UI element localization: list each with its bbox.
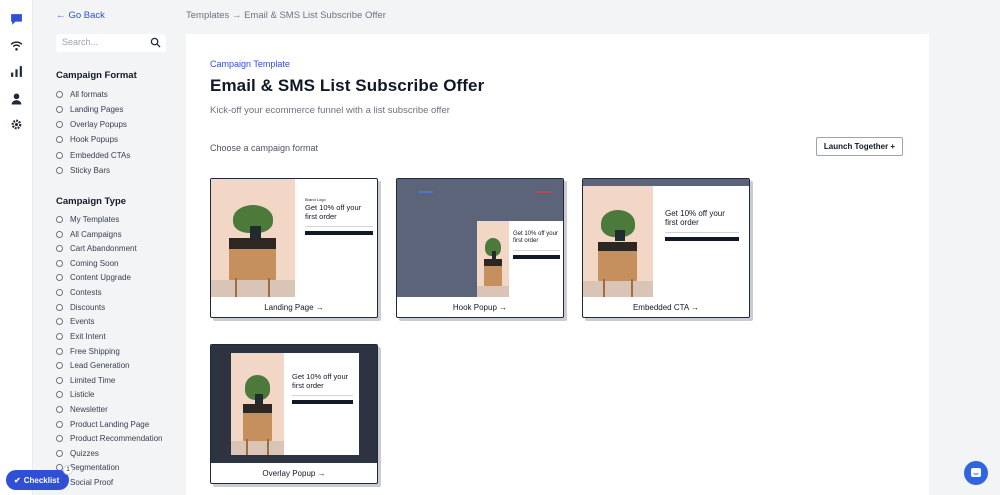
arrow-left-icon: ← bbox=[56, 10, 66, 21]
embedded-cta-preview: Get 10% off your first order bbox=[583, 179, 749, 297]
type-option[interactable]: Free Shipping bbox=[56, 345, 120, 357]
preview-copy: Brand Logo Get 10% off your first order bbox=[305, 197, 373, 236]
format-option[interactable]: Landing Pages bbox=[56, 103, 123, 115]
product-photo bbox=[477, 221, 509, 297]
launch-together-button[interactable]: Launch Together + bbox=[816, 137, 903, 156]
user-icon[interactable] bbox=[10, 92, 23, 105]
preview-copy: Get 10% off your first order bbox=[509, 221, 563, 297]
type-option[interactable]: Product Landing Page bbox=[56, 418, 149, 430]
search-box bbox=[56, 34, 166, 52]
radio-button[interactable] bbox=[56, 90, 63, 98]
radio-button[interactable] bbox=[56, 259, 63, 267]
breadcrumb: Templates → Email & SMS List Subscribe O… bbox=[186, 10, 386, 21]
type-option[interactable]: My Templates bbox=[56, 213, 119, 225]
card-caption: Overlay Popup → bbox=[262, 468, 326, 478]
type-option[interactable]: Lead Generation bbox=[56, 359, 130, 371]
format-option[interactable]: Sticky Bars bbox=[56, 164, 110, 176]
type-option[interactable]: Coming Soon bbox=[56, 257, 118, 269]
template-panel: Campaign Template Email & SMS List Subsc… bbox=[186, 34, 929, 495]
radio-button[interactable] bbox=[56, 215, 63, 223]
format-option[interactable]: Embedded CTAs bbox=[56, 149, 130, 161]
go-back-link[interactable]: ← Go Back bbox=[56, 10, 105, 21]
chat-bubble-icon bbox=[971, 468, 981, 477]
radio-button[interactable] bbox=[56, 105, 63, 113]
type-option[interactable]: All Campaigns bbox=[56, 228, 122, 240]
type-option[interactable]: Events bbox=[56, 315, 94, 327]
page-title: Email & SMS List Subscribe Offer bbox=[210, 76, 485, 95]
type-option[interactable]: Quizzes bbox=[56, 447, 99, 459]
gear-icon[interactable] bbox=[10, 118, 23, 131]
product-photo bbox=[211, 179, 295, 297]
product-photo bbox=[583, 186, 653, 297]
product-photo bbox=[231, 353, 284, 455]
type-option[interactable]: Contests bbox=[56, 286, 102, 298]
radio-button[interactable] bbox=[56, 303, 63, 311]
search-input[interactable] bbox=[62, 37, 142, 47]
type-option[interactable]: Newsletter bbox=[56, 403, 108, 415]
type-option[interactable]: Listicle bbox=[56, 388, 94, 400]
radio-button[interactable] bbox=[56, 120, 63, 128]
checklist-label: Checklist bbox=[23, 475, 60, 485]
checklist-count-badge: 1 bbox=[63, 465, 73, 475]
check-icon: ✔ bbox=[14, 475, 21, 485]
preview-headline: Get 10% off your first order bbox=[292, 372, 349, 390]
format-card-landing-page[interactable]: Brand Logo Get 10% off your first order … bbox=[210, 178, 378, 318]
radio-button[interactable] bbox=[56, 166, 63, 174]
type-option[interactable]: Discounts bbox=[56, 301, 105, 313]
radio-button[interactable] bbox=[56, 405, 63, 413]
card-caption: Landing Page → bbox=[264, 302, 324, 312]
format-card-hook-popup[interactable]: Get 10% off your first order Hook Popup … bbox=[396, 178, 564, 318]
radio-button[interactable] bbox=[56, 449, 63, 457]
card-caption: Embedded CTA → bbox=[632, 302, 700, 312]
format-card-overlay-popup[interactable]: Get 10% off your first order Overlay Pop… bbox=[210, 344, 378, 484]
format-option[interactable]: Overlay Popups bbox=[56, 118, 127, 130]
radio-button[interactable] bbox=[56, 135, 63, 143]
radio-button[interactable] bbox=[56, 230, 63, 238]
search-icon[interactable] bbox=[150, 37, 161, 48]
hook-popup-preview: Get 10% off your first order bbox=[397, 179, 563, 297]
radio-button[interactable] bbox=[56, 332, 63, 340]
icon-rail bbox=[0, 0, 33, 495]
radio-button[interactable] bbox=[56, 420, 63, 428]
radio-button[interactable] bbox=[56, 434, 63, 442]
radio-button[interactable] bbox=[56, 347, 63, 355]
checklist-button[interactable]: ✔ Checklist bbox=[6, 470, 69, 490]
preview-headline: Get 10% off your first order bbox=[665, 209, 725, 228]
radio-button[interactable] bbox=[56, 361, 63, 369]
type-option[interactable]: Content Upgrade bbox=[56, 271, 131, 283]
radio-button[interactable] bbox=[56, 151, 63, 159]
format-option[interactable]: All formats bbox=[56, 88, 108, 100]
eyebrow-label: Campaign Template bbox=[210, 59, 290, 69]
preview-copy: Get 10% off your first order bbox=[284, 353, 359, 455]
radio-button[interactable] bbox=[56, 376, 63, 384]
radio-button[interactable] bbox=[56, 317, 63, 325]
analytics-icon[interactable] bbox=[10, 65, 23, 78]
radio-button[interactable] bbox=[56, 244, 63, 252]
format-card-embedded-cta[interactable]: Get 10% off your first order Embedded CT… bbox=[582, 178, 750, 318]
help-chat-button[interactable] bbox=[964, 461, 988, 485]
campaign-format-title: Campaign Format bbox=[56, 70, 137, 81]
broadcast-icon[interactable] bbox=[10, 39, 23, 52]
radio-button[interactable] bbox=[56, 273, 63, 281]
preview-headline: Get 10% off your first order bbox=[513, 231, 558, 244]
type-option[interactable]: Cart Abandonment bbox=[56, 242, 137, 254]
choose-format-label: Choose a campaign format bbox=[210, 143, 319, 153]
go-back-label: Go Back bbox=[68, 10, 105, 21]
card-caption: Hook Popup → bbox=[452, 302, 508, 312]
format-option[interactable]: Hook Popups bbox=[56, 133, 118, 145]
preview-headline: Get 10% off your first order bbox=[305, 203, 362, 221]
radio-button[interactable] bbox=[56, 288, 63, 296]
chat-icon[interactable] bbox=[10, 13, 23, 26]
page-subtitle: Kick-off your ecommerce funnel with a li… bbox=[210, 105, 450, 116]
campaign-type-title: Campaign Type bbox=[56, 196, 127, 207]
type-option[interactable]: Limited Time bbox=[56, 374, 115, 386]
radio-button[interactable] bbox=[56, 390, 63, 398]
type-option[interactable]: Product Recommendation bbox=[56, 432, 163, 444]
overlay-popup-preview: Get 10% off your first order bbox=[211, 345, 377, 463]
landing-page-preview: Brand Logo Get 10% off your first order bbox=[211, 179, 377, 297]
preview-copy: Get 10% off your first order bbox=[665, 209, 739, 242]
filters-sidebar: ← Go Back Campaign Format All formats La… bbox=[33, 0, 185, 495]
type-option[interactable]: Exit Intent bbox=[56, 330, 106, 342]
